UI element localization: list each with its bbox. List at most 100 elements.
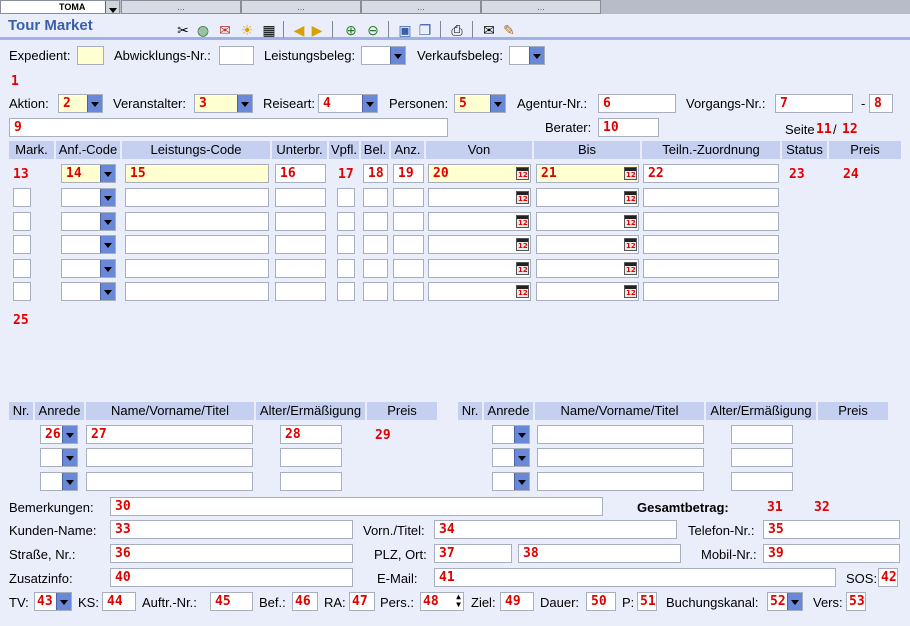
vorgang-field[interactable]: 7 bbox=[775, 94, 853, 113]
person1-alter-field[interactable]: 28 bbox=[280, 425, 342, 444]
service-row-mark-checkbox[interactable] bbox=[13, 235, 31, 254]
tab-4[interactable]: ... bbox=[361, 0, 481, 14]
chevron-down-icon[interactable] bbox=[100, 236, 115, 253]
person-anrede-select[interactable] bbox=[492, 448, 530, 467]
search-web-icon[interactable]: ◍ bbox=[194, 21, 212, 39]
person-alter-field[interactable] bbox=[280, 448, 342, 467]
expedient-field[interactable] bbox=[77, 46, 104, 65]
print-icon[interactable]: ⎙ bbox=[448, 21, 466, 39]
calendar-icon[interactable] bbox=[624, 238, 637, 251]
broom-icon[interactable]: ✎ bbox=[500, 21, 518, 39]
service-row-mark-checkbox[interactable] bbox=[13, 258, 31, 278]
service-row-anf-select[interactable] bbox=[61, 258, 116, 278]
copy-icon[interactable]: ❐ bbox=[416, 21, 434, 39]
calendar-icon[interactable] bbox=[624, 285, 637, 298]
calendar-icon[interactable] bbox=[516, 191, 529, 204]
calendar-icon[interactable] bbox=[516, 261, 529, 275]
email-field[interactable]: 41 bbox=[434, 568, 836, 587]
person-anrede-select[interactable] bbox=[40, 472, 78, 491]
service-row-anf-select[interactable] bbox=[61, 188, 116, 207]
service-row-anz-field[interactable] bbox=[393, 282, 424, 301]
mobil-field[interactable]: 39 bbox=[763, 544, 900, 563]
service-row-von-field[interactable] bbox=[428, 235, 531, 254]
service-row-unterbr-field[interactable] bbox=[275, 282, 326, 301]
person-name-field[interactable] bbox=[537, 448, 704, 467]
service-row-mark-checkbox[interactable] bbox=[13, 211, 31, 231]
calculator-icon[interactable]: ▦ bbox=[260, 21, 278, 39]
bemerkungen-field[interactable]: 30 bbox=[110, 497, 603, 516]
chevron-down-icon[interactable] bbox=[100, 212, 115, 230]
calendar-icon[interactable] bbox=[516, 167, 529, 180]
tools-icon[interactable]: ✂ bbox=[174, 21, 192, 39]
next-icon[interactable]: ▶ bbox=[308, 21, 326, 39]
dauer-field[interactable]: 50 bbox=[586, 592, 616, 611]
sun-icon[interactable]: ☀ bbox=[238, 21, 256, 39]
chevron-down-icon[interactable] bbox=[100, 165, 115, 182]
chevron-down-icon[interactable] bbox=[514, 449, 529, 466]
service-row-mark-checkbox[interactable] bbox=[13, 282, 31, 301]
bef-field[interactable]: 46 bbox=[292, 592, 318, 611]
disk-icon[interactable]: ▣ bbox=[396, 21, 414, 39]
person-name-field[interactable] bbox=[86, 472, 253, 491]
vorgang-suffix-field[interactable]: 8 bbox=[869, 94, 893, 113]
calendar-icon[interactable] bbox=[624, 214, 637, 228]
calendar-icon[interactable] bbox=[624, 167, 637, 180]
kunde-field[interactable]: 33 bbox=[110, 520, 353, 539]
mail-open-icon[interactable]: ✉ bbox=[216, 21, 234, 39]
service-row-bel-field[interactable] bbox=[363, 188, 388, 207]
person1-anrede-select[interactable]: 26 bbox=[40, 425, 78, 444]
aktion-select[interactable]: 2 bbox=[58, 94, 103, 113]
chevron-down-icon[interactable] bbox=[490, 95, 505, 112]
chevron-down-icon[interactable] bbox=[787, 593, 802, 610]
calendar-icon[interactable] bbox=[624, 191, 637, 204]
tab-3[interactable]: ... bbox=[241, 0, 361, 14]
service-row-unterbr-field[interactable] bbox=[275, 258, 326, 278]
service-row-anf-select[interactable] bbox=[61, 235, 116, 254]
calendar-icon[interactable] bbox=[624, 261, 637, 275]
service-row-anz-field[interactable] bbox=[393, 188, 424, 207]
service-row-code-field[interactable] bbox=[125, 235, 269, 254]
envelope-icon[interactable]: ✉ bbox=[480, 21, 498, 39]
row1-teiln-field[interactable]: 22 bbox=[643, 164, 779, 183]
chevron-down-icon[interactable] bbox=[100, 283, 115, 300]
row1-bel-field[interactable]: 18 bbox=[363, 164, 388, 183]
row1-code-field[interactable]: 15 bbox=[125, 164, 269, 183]
service-row-anf-select[interactable] bbox=[61, 282, 116, 301]
person-anrede-select[interactable] bbox=[40, 448, 78, 467]
chevron-down-icon[interactable] bbox=[514, 426, 529, 443]
service-row-bis-field[interactable] bbox=[536, 211, 639, 231]
service-row-anz-field[interactable] bbox=[393, 211, 424, 231]
service-row-teiln-field[interactable] bbox=[643, 235, 779, 254]
service-row-bel-field[interactable] bbox=[363, 235, 388, 254]
ziel-field[interactable]: 49 bbox=[500, 592, 534, 611]
prev-icon[interactable]: ◀ bbox=[290, 21, 308, 39]
stepper-arrows-icon[interactable]: ▲ ▼ bbox=[456, 593, 461, 609]
ort-field[interactable]: 38 bbox=[518, 544, 681, 563]
tab-5[interactable]: ... bbox=[481, 0, 601, 14]
ks-field[interactable]: 44 bbox=[102, 592, 136, 611]
row1-anf-select[interactable]: 14 bbox=[61, 164, 116, 183]
service-row-teiln-field[interactable] bbox=[643, 258, 779, 278]
service-row-code-field[interactable] bbox=[125, 211, 269, 231]
person-anrede-select[interactable] bbox=[492, 425, 530, 444]
chevron-down-icon[interactable] bbox=[62, 426, 77, 443]
service-row-vpfl-checkbox[interactable] bbox=[337, 188, 355, 207]
person-alter-field[interactable] bbox=[280, 472, 342, 491]
plz-field[interactable]: 37 bbox=[434, 544, 512, 563]
chevron-down-icon[interactable] bbox=[87, 95, 102, 112]
person-name-field[interactable] bbox=[537, 472, 704, 491]
chevron-down-icon[interactable] bbox=[62, 449, 77, 466]
service-row-teiln-field[interactable] bbox=[643, 211, 779, 231]
service-row-teiln-field[interactable] bbox=[643, 188, 779, 207]
service-row-bel-field[interactable] bbox=[363, 258, 388, 278]
service-row-anz-field[interactable] bbox=[393, 235, 424, 254]
service-row-code-field[interactable] bbox=[125, 188, 269, 207]
service-row-code-field[interactable] bbox=[125, 258, 269, 278]
tab-2[interactable]: ... bbox=[121, 0, 241, 14]
chevron-down-icon[interactable] bbox=[362, 95, 377, 112]
person-name-field[interactable] bbox=[86, 448, 253, 467]
service-row-von-field[interactable] bbox=[428, 258, 531, 278]
agentur-field[interactable]: 6 bbox=[598, 94, 676, 113]
chevron-down-icon[interactable] bbox=[529, 47, 544, 64]
row1-bis-field[interactable]: 21 bbox=[536, 164, 639, 183]
